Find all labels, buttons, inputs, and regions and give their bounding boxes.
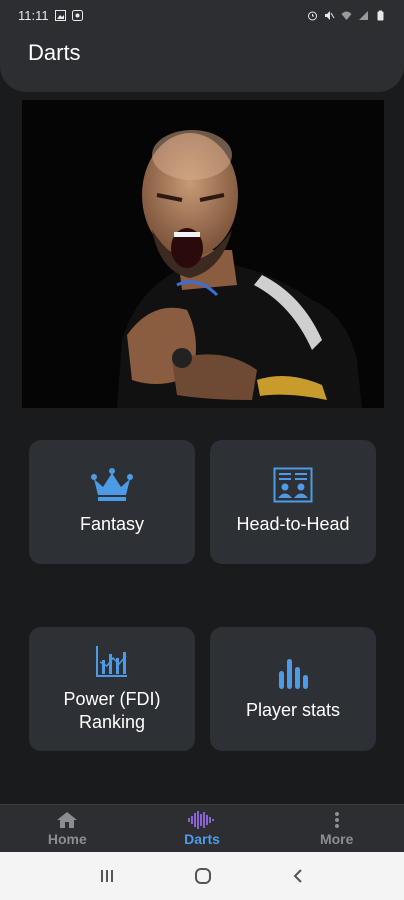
wifi-icon (341, 11, 352, 20)
more-vertical-icon (334, 811, 339, 828)
head-to-head-label: Head-to-Head (236, 514, 350, 535)
hero-image (22, 100, 384, 408)
image-icon (54, 9, 66, 21)
nav-darts[interactable]: Darts (135, 805, 270, 852)
player-stats-card[interactable]: Player stats (210, 627, 376, 751)
darts-icon (188, 810, 214, 829)
nav-darts-label: Darts (184, 830, 220, 847)
battery-icon (377, 10, 384, 20)
nav-more[interactable]: More (269, 805, 404, 852)
bottom-navigation: Home Darts More (0, 804, 404, 852)
nav-home[interactable]: Home (0, 805, 135, 852)
fantasy-label: Fantasy (79, 514, 145, 535)
power-ranking-label: Power (FDI) Ranking (63, 688, 161, 732)
status-time: 11:11 (18, 7, 49, 23)
nav-more-label: More (319, 830, 354, 847)
alarm-icon (308, 11, 317, 20)
ranking-chart-icon (96, 645, 127, 677)
signal-icon (359, 10, 368, 20)
system-navigation-bar (0, 852, 404, 900)
notification-icon (71, 9, 83, 21)
page-title: Darts (28, 40, 81, 65)
power-ranking-card[interactable]: Power (FDI) Ranking (29, 627, 195, 751)
status-right (307, 10, 386, 21)
fantasy-card[interactable]: Fantasy (29, 440, 195, 564)
home-icon (57, 811, 78, 828)
bar-chart-icon (279, 659, 308, 690)
mute-icon (325, 10, 335, 20)
status-bar: 11:11 (0, 0, 404, 30)
recents-button[interactable] (99, 868, 115, 884)
player-photo (22, 100, 384, 408)
crown-icon (91, 468, 133, 502)
head-to-head-icon (273, 467, 313, 503)
status-left: 11:11 (18, 8, 83, 23)
nav-home-label: Home (47, 830, 87, 847)
head-to-head-card[interactable]: Head-to-Head (210, 440, 376, 564)
home-button[interactable] (194, 867, 212, 885)
back-button[interactable] (291, 868, 305, 884)
player-stats-label: Player stats (245, 700, 341, 721)
